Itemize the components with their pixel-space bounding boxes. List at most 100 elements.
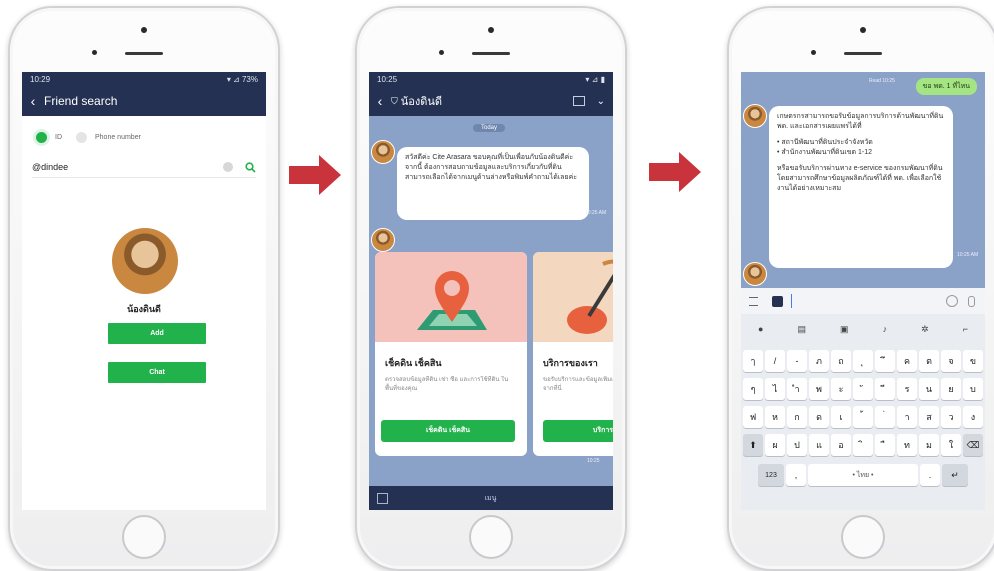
rich-menu-bar: เมนู [369,486,613,510]
radio-phone-number[interactable] [76,132,87,143]
read-receipt: Read 10:25 [869,78,895,84]
gif-icon[interactable]: ▣ [840,324,849,335]
keyboard-key[interactable]: บ [963,378,983,400]
clear-icon[interactable] [223,162,233,172]
keyboard-key[interactable]: ม [919,434,939,456]
radio-id[interactable] [36,132,47,143]
keyboard-key[interactable]: ้ [853,406,873,428]
shift-key[interactable]: ⬆ [743,434,763,456]
keyboard-key[interactable]: ำ [787,378,807,400]
camera-dot [92,50,97,55]
keyboard-row-4: ⬆ ผปแอิืทมใ ⌫ [741,434,985,456]
radio-phone-label: Phone number [95,134,141,141]
screen-chat-reply: Read 10:25 ขอ พด. 1 ที่ไหน เกษตรกรสามารถ… [741,72,985,510]
sent-message-bubble: ขอ พด. 1 ที่ไหน [915,78,977,95]
search-icon[interactable] [245,161,256,173]
keyboard-key[interactable]: ค [897,350,917,372]
keyboard-key[interactable]: ๆ [743,378,763,400]
keyboard-key[interactable]: ร [897,378,917,400]
search-input[interactable]: @dindee [32,157,256,178]
keyboard-key[interactable]: ใ [941,434,961,456]
keyboard-key[interactable]: แ [809,434,829,456]
back-arrow-icon[interactable]: ‹ [22,93,44,109]
expand-icon[interactable]: ⌐ [963,324,968,334]
keyboard-key[interactable]: ข [963,350,983,372]
keyboard-key[interactable]: ี [875,378,895,400]
keyboard-key[interactable]: ส [919,406,939,428]
keyboard-key[interactable]: ะ [831,378,851,400]
home-button[interactable] [841,515,885,559]
keyboard-key[interactable]: ึ [875,350,895,372]
keyboard-key[interactable]: อ [831,434,851,456]
menu-grid-icon[interactable] [572,96,585,106]
home-button[interactable] [122,515,166,559]
arrow-right-icon [649,152,701,192]
gear-icon[interactable]: ✲ [921,324,929,335]
keyboard-key[interactable]: ๅ [743,350,763,372]
keyboard-key[interactable]: ั [853,378,873,400]
reply-intro: เกษตรกรสามารถขอรับข้อมูลการบริการด้านพัฒ… [777,113,944,130]
keyboard-key[interactable]: ภ [809,350,829,372]
enter-key[interactable]: ↵ [942,464,968,486]
keyboard-toolbar: ● ▤ ▣ ♪ ✲ ⌐ [741,320,985,338]
keyboard-key[interactable]: ง [963,406,983,428]
location-pin-icon [417,271,487,330]
keyboard-key[interactable]: ต [919,350,939,372]
sticker-icon[interactable] [772,295,783,307]
card2-button[interactable]: บริการ [543,420,613,442]
keyboard-row-3: ฟหกดเ้่าสวง [741,406,985,428]
keyboard-key[interactable]: ่ [875,406,895,428]
keyboard-key[interactable]: า [897,406,917,428]
microphone-icon[interactable] [968,295,975,307]
camera-dot [811,50,816,55]
keyboard-key[interactable]: ป [787,434,807,456]
rich-menu-label[interactable]: เมนู [388,493,593,504]
add-button[interactable]: Add [108,323,206,344]
status-time: 10:29 [30,74,51,84]
shield-icon: ⛉ [391,95,398,106]
reply-message-bubble: เกษตรกรสามารถขอรับข้อมูลการบริการด้านพัฒ… [769,106,953,268]
clipboard-icon[interactable]: ▤ [797,324,806,335]
keyboard-key[interactable]: ว [941,406,961,428]
menu-icon[interactable] [749,296,758,306]
message-input-bar [741,288,985,314]
keyboard-key[interactable]: ย [941,378,961,400]
reply-bullet-2: • สำนักงานพัฒนาที่ดินเขต 1-12 [777,149,873,156]
keyboard-key[interactable]: ท [897,434,917,456]
keyboard-key[interactable]: น [919,378,939,400]
keyboard-key[interactable]: ไ [765,378,785,400]
phone-frame-friend-search: 10:29 ▾ ⊿ 73% ‹ Friend search ID Phone n… [8,6,280,571]
keyboard-key[interactable]: พ [809,378,829,400]
keyboard-key[interactable]: ผ [765,434,785,456]
keyboard-key[interactable]: ด [809,406,829,428]
chat-button[interactable]: Chat [108,362,206,383]
card2-title: บริการของเรา [543,358,598,368]
voice-input-icon[interactable]: ♪ [883,324,888,334]
message-input[interactable] [791,294,938,308]
keyboard-key[interactable]: ห [765,406,785,428]
number-mode-key[interactable]: 123 [758,464,784,486]
keyboard-toggle-icon[interactable] [377,492,388,504]
chevron-down-icon[interactable]: ⌄ [597,96,605,107]
comma-key[interactable]: , [786,464,806,486]
keyboard-key[interactable]: / [765,350,785,372]
period-key[interactable]: . [920,464,940,486]
backspace-key[interactable]: ⌫ [963,434,983,456]
keyboard-key[interactable]: ถ [831,350,851,372]
keyboard-key[interactable]: ิ [853,434,873,456]
keyboard-key[interactable]: เ [831,406,851,428]
keyboard-settings-icon[interactable]: ● [758,324,763,334]
keyboard-key[interactable]: ุ [853,350,873,372]
radio-id-label: ID [55,134,62,141]
emoji-icon[interactable] [946,295,958,307]
space-bar[interactable]: • ไทย • [808,464,918,486]
keyboard-key[interactable]: ื [875,434,895,456]
back-arrow-icon[interactable]: ‹ [369,93,391,109]
home-button[interactable] [469,515,513,559]
keyboard-key[interactable]: จ [941,350,961,372]
pickaxe-icon [567,259,613,334]
keyboard-key[interactable]: ฟ [743,406,763,428]
card1-button[interactable]: เช็คดิน เช็คสิน [381,420,515,442]
keyboard-key[interactable]: - [787,350,807,372]
keyboard-key[interactable]: ก [787,406,807,428]
